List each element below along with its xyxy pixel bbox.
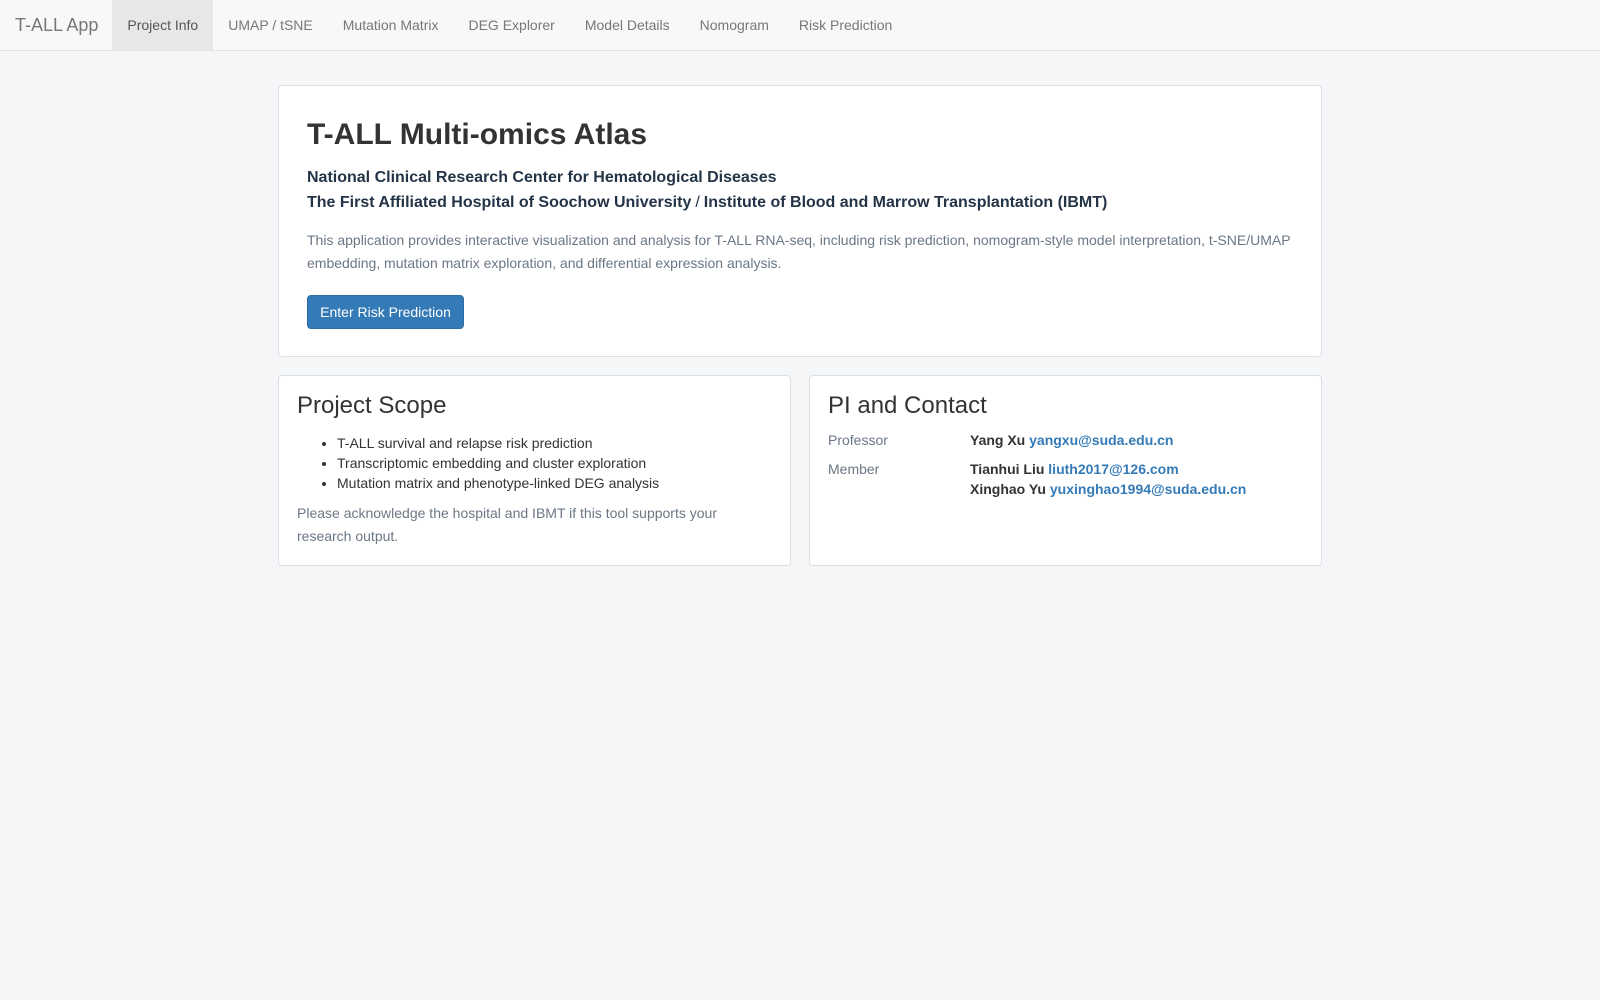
tab-mutation-matrix[interactable]: Mutation Matrix <box>328 0 454 50</box>
project-scope-heading: Project Scope <box>297 392 447 419</box>
list-item: Mutation matrix and phenotype-linked DEG… <box>337 473 659 493</box>
hospital-name: The First Affiliated Hospital of Soochow… <box>307 194 692 211</box>
tab-model-details[interactable]: Model Details <box>570 0 685 50</box>
pi-contact-card: PI and Contact Professor Yang Xu yangxu@… <box>809 375 1322 566</box>
tab-risk-prediction[interactable]: Risk Prediction <box>784 0 907 50</box>
member-entry: Xinghao Yu yuxinghao1994@suda.edu.cn <box>970 481 1246 497</box>
tab-nomogram[interactable]: Nomogram <box>685 0 784 50</box>
institute-name: Institute of Blood and Marrow Transplant… <box>703 194 1108 211</box>
list-item: Transcriptomic embedding and cluster exp… <box>337 453 659 473</box>
hero-card: T-ALL Multi-omics Atlas National Clinica… <box>278 85 1322 357</box>
enter-risk-prediction-button[interactable]: Enter Risk Prediction <box>307 295 464 329</box>
tab-project-info[interactable]: Project Info <box>112 0 214 50</box>
institution-separator: / <box>695 194 700 211</box>
member-name: Xinghao Yu <box>970 481 1046 497</box>
member-name: Tianhui Liu <box>970 461 1045 477</box>
professor-name: Yang Xu <box>970 432 1026 448</box>
scope-list: T-ALL survival and relapse risk predicti… <box>337 433 659 493</box>
brand-link[interactable]: T-ALL App <box>0 0 112 50</box>
app-description: This application provides interactive vi… <box>307 232 1291 271</box>
tab-umap-tsne[interactable]: UMAP / tSNE <box>213 0 328 50</box>
member-email-link[interactable]: liuth2017@126.com <box>1048 461 1178 477</box>
nav-tabs: Project Info UMAP / tSNE Mutation Matrix… <box>112 0 907 50</box>
member-email-link[interactable]: yuxinghao1994@suda.edu.cn <box>1050 481 1247 497</box>
tab-deg-explorer[interactable]: DEG Explorer <box>453 0 569 50</box>
project-scope-card: Project Scope T-ALL survival and relapse… <box>278 375 791 566</box>
page-title: T-ALL Multi-omics Atlas <box>307 118 648 151</box>
institution-line-1: National Clinical Research Center for He… <box>307 169 777 186</box>
professor-entry: Yang Xu yangxu@suda.edu.cn <box>970 432 1173 448</box>
professor-label: Professor <box>828 432 888 448</box>
member-label: Member <box>828 461 880 477</box>
pi-contact-heading: PI and Contact <box>828 392 987 419</box>
member-entry: Tianhui Liu liuth2017@126.com <box>970 461 1179 477</box>
top-navbar: T-ALL App Project Info UMAP / tSNE Mutat… <box>0 0 1600 51</box>
acknowledgement-note: Please acknowledge the hospital and IBMT… <box>297 505 717 544</box>
professor-email-link[interactable]: yangxu@suda.edu.cn <box>1029 432 1173 448</box>
list-item: T-ALL survival and relapse risk predicti… <box>337 433 659 453</box>
institution-line-2: The First Affiliated Hospital of Soochow… <box>307 194 1107 212</box>
